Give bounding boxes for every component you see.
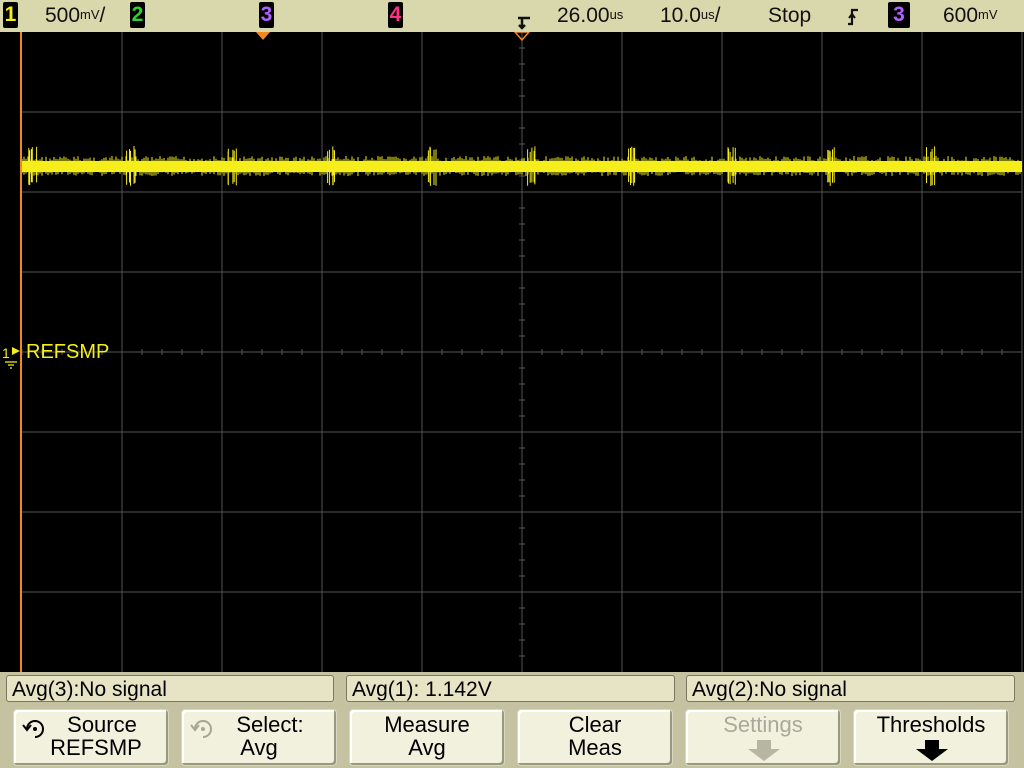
status-bar: 1 500mV/ 2 3 4 26.00us 10.0us/ Stop 3 60… — [0, 0, 1024, 32]
select-softkey-label: Select: — [236, 712, 304, 737]
delay-readout: 26.00us — [557, 4, 624, 27]
clear-meas-softkey[interactable]: Clear Meas — [517, 709, 673, 766]
channel-1-label: REFSMP — [26, 341, 109, 363]
source-softkey-label: Source — [67, 712, 137, 737]
channel-1-marker-number: 1 — [2, 345, 10, 361]
thresholds-softkey-label: Thresholds — [876, 712, 986, 737]
measurement-avg-3: Avg(3):No signal — [6, 675, 334, 702]
measure-softkey-label: Measure — [384, 712, 470, 737]
trigger-position-icon — [518, 16, 530, 30]
channel-1-scale: 500mV/ — [45, 4, 106, 27]
select-softkey-value: Avg — [240, 735, 278, 760]
channel-1-ground-marker[interactable]: 1 — [2, 345, 20, 369]
trigger-level: 600mV — [943, 4, 998, 27]
down-arrow-icon — [748, 740, 780, 761]
measurement-avg-1: Avg(1): 1.142V — [346, 675, 675, 702]
source-softkey[interactable]: Source REFSMP — [13, 709, 169, 766]
settings-softkey-label: Settings — [723, 712, 803, 737]
measure-softkey[interactable]: Measure Avg — [349, 709, 505, 766]
timebase-readout: 10.0us/ — [660, 4, 721, 27]
trigger-source-indicator[interactable]: 3 — [888, 2, 910, 28]
channel-2-indicator[interactable]: 2 — [130, 2, 145, 28]
settings-softkey[interactable]: Settings — [685, 709, 841, 766]
time-reference-marker — [256, 32, 270, 40]
measurement-avg-2: Avg(2):No signal — [686, 675, 1015, 702]
channel-3-indicator[interactable]: 3 — [259, 2, 274, 28]
down-arrow-icon — [916, 740, 948, 761]
rising-edge-icon — [848, 8, 858, 26]
select-softkey[interactable]: Select: Avg — [181, 709, 337, 766]
measure-softkey-value: Avg — [408, 735, 446, 760]
clear-meas-softkey-label: Clear — [568, 712, 622, 737]
channel-1-indicator[interactable]: 1 — [3, 2, 18, 28]
softkey-bar: Avg(3):No signal Avg(1): 1.142V Avg(2):N… — [0, 672, 1024, 768]
clear-meas-softkey-label-2: Meas — [568, 735, 622, 760]
run-state: Stop — [768, 4, 812, 27]
channel-4-indicator[interactable]: 4 — [388, 2, 403, 28]
waveform-display[interactable]: 1 REFSMP — [0, 32, 1024, 672]
graticule: 1 REFSMP — [2, 32, 1023, 672]
thresholds-softkey[interactable]: Thresholds — [853, 709, 1009, 766]
source-softkey-value: REFSMP — [50, 735, 142, 760]
